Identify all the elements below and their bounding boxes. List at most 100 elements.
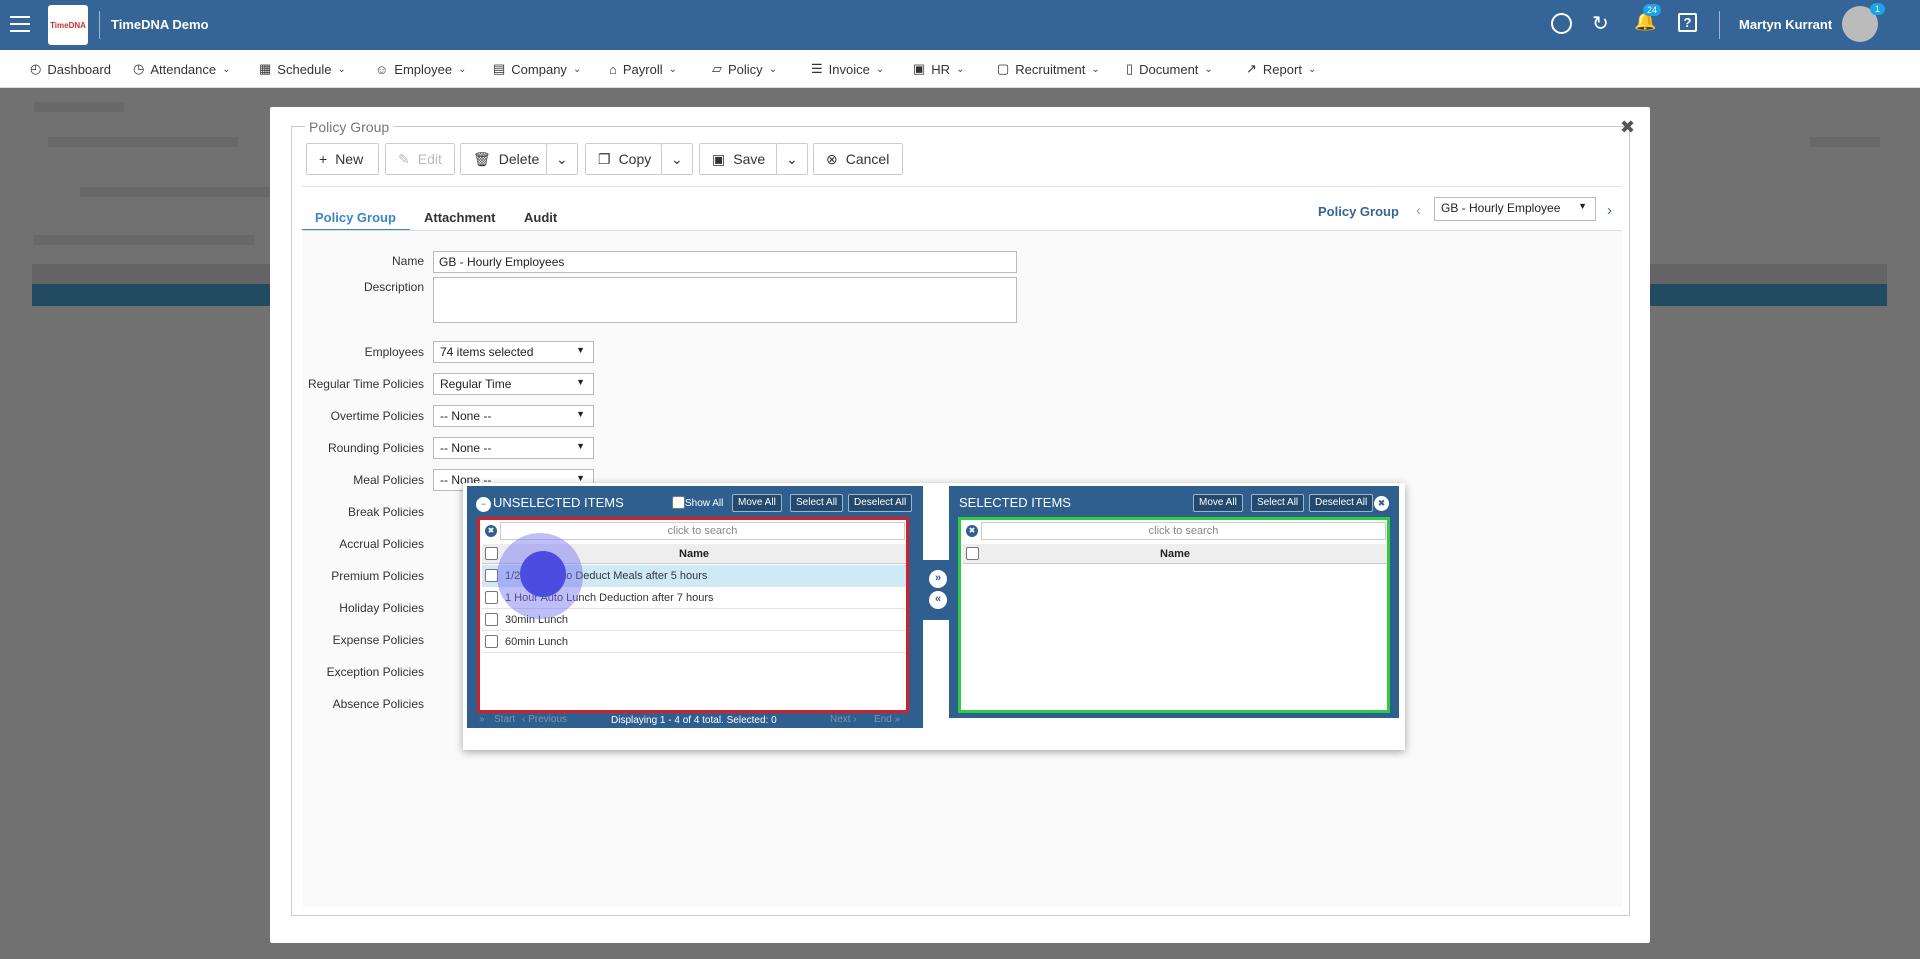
help-icon[interactable]: ? xyxy=(1678,13,1697,32)
menu-payroll[interactable]: ⌂ Payroll ⌄ xyxy=(609,50,677,88)
description-textarea[interactable] xyxy=(433,277,1017,323)
hamburger-menu-icon[interactable] xyxy=(10,14,30,34)
plus-icon: + xyxy=(319,151,328,167)
copy-dropdown-button[interactable]: ⌄ xyxy=(661,143,693,175)
floppy-icon: ▣ xyxy=(712,150,726,167)
chevron-down-icon: ⌄ xyxy=(786,150,798,167)
delete-dropdown-button[interactable]: ⌄ xyxy=(546,143,578,175)
selected-title: SELECTED ITEMS xyxy=(959,495,1071,510)
show-all-checkbox[interactable] xyxy=(672,496,685,509)
pager-start-icon[interactable]: » xyxy=(479,714,485,725)
notification-badge: 24 xyxy=(1643,4,1662,16)
people-icon: ☺ xyxy=(375,61,389,77)
show-all-label: Show All xyxy=(685,498,724,509)
menu-invoice[interactable]: ☰ Invoice ⌄ xyxy=(811,50,884,88)
tab-audit[interactable]: Audit xyxy=(524,204,557,231)
accrual-policies-label: Accrual Policies xyxy=(339,537,424,551)
overtime-policies-select[interactable]: -- None -- ▼ xyxy=(433,405,594,427)
edit-button[interactable]: ✎ Edit xyxy=(385,143,455,175)
exception-policies-label: Exception Policies xyxy=(326,665,424,679)
gauge-icon: ◴ xyxy=(30,61,42,76)
close-circle-icon[interactable]: ✖ xyxy=(1374,496,1389,511)
selected-header-checkbox[interactable] xyxy=(966,547,979,560)
selected-grid: ✖ click to search Name xyxy=(958,517,1390,713)
briefcase-icon: ▣ xyxy=(913,61,926,76)
unselected-select-all-button[interactable]: Select All xyxy=(790,494,844,512)
menu-recruitment[interactable]: ▢ Recruitment ⌄ xyxy=(997,50,1100,88)
unselected-search-input[interactable]: click to search xyxy=(500,522,905,540)
tab-attachment[interactable]: Attachment xyxy=(424,204,496,231)
record-nav-select[interactable]: GB - Hourly Employee ▼ xyxy=(1434,197,1596,221)
row-checkbox[interactable] xyxy=(485,591,498,604)
menu-policy[interactable]: ▱ Policy ⌄ xyxy=(712,50,777,88)
rounding-policies-select[interactable]: -- None -- ▼ xyxy=(433,437,594,459)
menu-hr[interactable]: ▣ HR ⌄ xyxy=(913,50,964,88)
pager-status: Displaying 1 - 4 of 4 total. Selected: 0 xyxy=(611,715,777,726)
row-checkbox[interactable] xyxy=(485,635,498,648)
user-name[interactable]: Martyn Kurrant xyxy=(1739,17,1832,32)
name-input[interactable]: GB - Hourly Employees xyxy=(433,251,1017,273)
menu-employee[interactable]: ☺ Employee ⌄ xyxy=(375,50,466,88)
avatar-badge: 1 xyxy=(1870,3,1886,15)
modal-legend: Policy Group xyxy=(305,119,394,135)
clear-search-icon[interactable]: ✖ xyxy=(966,525,978,537)
description-label: Description xyxy=(363,280,424,294)
pager-end[interactable]: End » xyxy=(874,714,900,725)
timer-icon[interactable] xyxy=(1551,13,1572,34)
menu-report[interactable]: ↗ Report ⌄ xyxy=(1246,50,1316,88)
main-menu: ◴ Dashboard ◷ Attendance ⌄ ▦ Schedule ⌄ ☺ Empl… xyxy=(0,50,1920,88)
menu-company[interactable]: ▤ Company ⌄ xyxy=(493,50,581,88)
chevron-down-icon: ⌄ xyxy=(556,150,568,167)
selected-column-header[interactable]: Name xyxy=(963,544,1387,564)
menu-schedule[interactable]: ▦ Schedule ⌄ xyxy=(259,50,346,88)
pager-next[interactable]: Next › xyxy=(830,714,857,725)
chevron-down-icon: ⌄ xyxy=(956,63,965,75)
rounding-policies-label: Rounding Policies xyxy=(327,441,424,455)
save-button[interactable]: ▣ Save xyxy=(699,143,777,175)
menu-document[interactable]: ▯ Document ⌄ xyxy=(1126,50,1213,88)
list-item[interactable]: 60min Lunch xyxy=(482,631,906,653)
selected-move-all-button[interactable]: Move All xyxy=(1193,494,1243,512)
tab-policy-group[interactable]: Policy Group xyxy=(302,204,410,231)
unselected-toggle-icon[interactable]: − xyxy=(476,497,491,512)
delete-button[interactable]: 🗑 Delete xyxy=(460,143,547,175)
selected-deselect-all-button[interactable]: Deselect All xyxy=(1309,494,1374,512)
row-checkbox[interactable] xyxy=(485,613,498,626)
app-logo[interactable]: TimeDNA xyxy=(48,5,88,45)
click-indicator-core xyxy=(520,551,566,597)
chevron-left-icon[interactable]: ‹ xyxy=(1416,202,1421,219)
close-icon[interactable]: ✖ xyxy=(1620,117,1635,138)
record-nav-label: Policy Group xyxy=(1318,204,1399,219)
premium-policies-label: Premium Policies xyxy=(331,569,424,583)
building-icon: ▤ xyxy=(493,61,506,76)
menu-attendance[interactable]: ◷ Attendance ⌄ xyxy=(133,50,231,88)
regular-time-policies-select[interactable]: Regular Time ▼ xyxy=(433,373,594,395)
name-label: Name xyxy=(391,254,424,268)
pager-start[interactable]: Start xyxy=(494,714,515,725)
document-icon: ▯ xyxy=(1126,61,1134,76)
save-dropdown-button[interactable]: ⌄ xyxy=(776,143,808,175)
chevron-down-icon: ⌄ xyxy=(337,63,346,75)
expense-policies-label: Expense Policies xyxy=(332,633,424,647)
unselected-move-all-button[interactable]: Move All xyxy=(732,494,782,512)
cancel-button[interactable]: ⊗ Cancel xyxy=(813,143,903,175)
unselected-deselect-all-button[interactable]: Deselect All xyxy=(848,494,913,512)
menu-dashboard[interactable]: ◴ Dashboard xyxy=(30,50,111,88)
employees-select[interactable]: 74 items selected ▼ xyxy=(433,341,594,363)
recruitment-icon: ▢ xyxy=(997,61,1010,76)
chevron-right-icon[interactable]: › xyxy=(1607,202,1612,219)
refresh-icon[interactable]: ↻ xyxy=(1592,11,1609,36)
top-bar: TimeDNA TimeDNA Demo ↻ 🔔 24 ? Martyn Kur… xyxy=(0,0,1920,50)
selected-search-input[interactable]: click to search xyxy=(981,522,1386,540)
move-right-icon[interactable]: » xyxy=(929,570,947,588)
pager-previous[interactable]: ‹ Previous xyxy=(522,714,567,725)
new-button[interactable]: + New xyxy=(306,143,379,175)
copy-button[interactable]: ❐ Copy xyxy=(585,143,662,175)
unselected-header-checkbox[interactable] xyxy=(485,547,498,560)
chevron-down-icon: ⌄ xyxy=(1091,63,1100,75)
move-left-icon[interactable]: « xyxy=(929,591,947,609)
clear-search-icon[interactable]: ✖ xyxy=(485,525,497,537)
selected-select-all-button[interactable]: Select All xyxy=(1251,494,1305,512)
selected-panel: SELECTED ITEMS Move All Select All Desel… xyxy=(949,486,1399,718)
bank-icon: ⌂ xyxy=(609,61,617,77)
